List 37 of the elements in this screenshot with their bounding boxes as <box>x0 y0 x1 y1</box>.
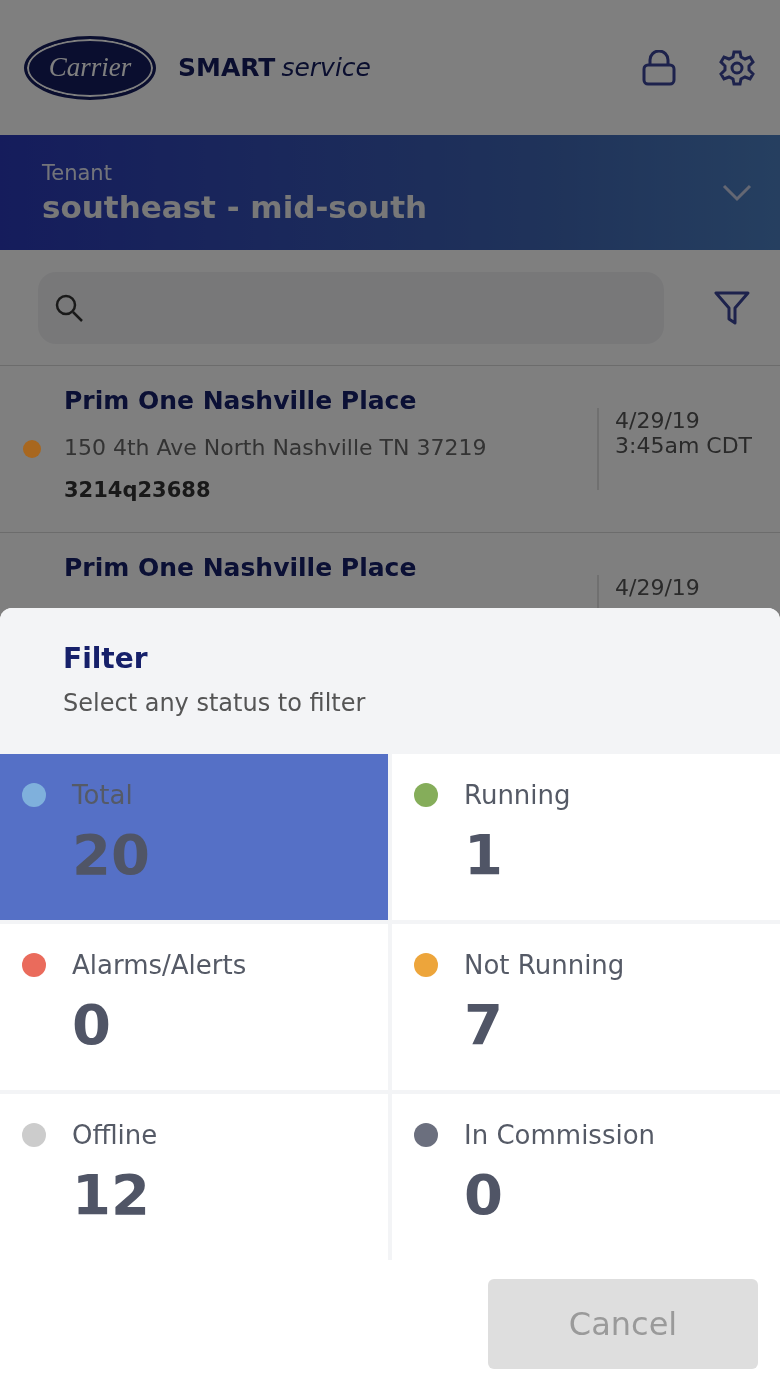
brand-logo: Carrier <box>24 35 156 100</box>
status-count: 7 <box>464 992 504 1057</box>
site-time: 3:45am CDT <box>615 433 754 458</box>
app-name-suffix: service <box>281 53 371 82</box>
status-label: Alarms/Alerts <box>72 950 247 980</box>
site-name: Prim One Nashville Place <box>64 553 418 582</box>
status-tile[interactable]: Running 1 <box>392 754 780 920</box>
status-label: Running <box>464 780 571 810</box>
status-tile[interactable]: In Commission 0 <box>392 1094 780 1260</box>
status-label: Offline <box>72 1120 158 1150</box>
site-date: 4/29/19 <box>615 575 701 600</box>
filter-subtitle: Select any status to filter <box>63 689 367 717</box>
site-name: Prim One Nashville Place <box>64 386 418 415</box>
status-tile[interactable]: Not Running 7 <box>392 924 780 1090</box>
status-tile[interactable]: Alarms/Alerts 0 <box>0 924 388 1090</box>
status-label: Total <box>72 780 133 810</box>
status-tile[interactable]: Offline 12 <box>0 1094 388 1260</box>
site-id: 3214q23688 <box>64 478 212 502</box>
status-label: Not Running <box>464 950 625 980</box>
status-count: 0 <box>464 1162 504 1227</box>
filter-icon[interactable] <box>714 290 750 325</box>
status-count: 12 <box>72 1162 151 1227</box>
status-count: 0 <box>72 992 112 1057</box>
app-name: SMART <box>178 53 276 82</box>
tenant-label: Tenant <box>42 160 113 185</box>
filter-title: Filter <box>63 642 149 675</box>
site-address: 150 4th Ave North Nashville TN 37219 <box>64 435 488 460</box>
status-label: In Commission <box>464 1120 656 1150</box>
settings-icon[interactable] <box>718 48 756 87</box>
site-date: 4/29/19 <box>615 408 701 433</box>
search-field[interactable] <box>38 271 664 344</box>
lock-icon[interactable] <box>642 49 676 86</box>
tenant-value: southeast - mid-south <box>42 188 429 225</box>
status-count: 1 <box>464 822 504 887</box>
status-count: 20 <box>72 822 151 887</box>
search-icon <box>54 292 84 323</box>
chevron-down-icon <box>722 183 752 202</box>
